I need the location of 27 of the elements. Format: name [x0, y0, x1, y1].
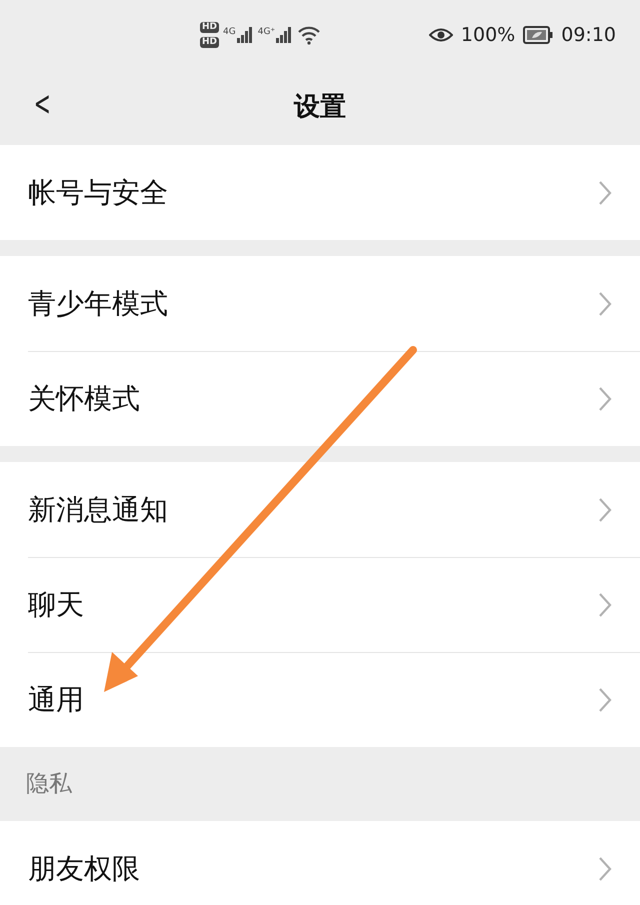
- battery-percent: 100%: [460, 22, 516, 48]
- chevron-icon: [598, 496, 612, 522]
- settings-row[interactable]: 关怀模式: [28, 351, 640, 446]
- section-title: 隐私: [25, 770, 73, 799]
- signal-icon: [236, 26, 254, 44]
- page-title: 设置: [294, 91, 346, 124]
- eye-icon: [428, 27, 453, 43]
- chevron-icon: [598, 592, 612, 618]
- battery-icon: [523, 26, 554, 44]
- chevron-icon: [598, 856, 612, 882]
- settings-row[interactable]: 朋友权限: [0, 821, 640, 905]
- network-label: 4G⁺: [258, 26, 276, 39]
- back-button[interactable]: <: [30, 78, 54, 131]
- network-label: 4G: [223, 26, 236, 39]
- chevron-icon: [598, 290, 612, 316]
- settings-row[interactable]: 新消息通知: [0, 462, 640, 557]
- chevron-icon: [598, 386, 612, 412]
- hd-badge: HD: [200, 22, 220, 33]
- settings-row[interactable]: 帐号与安全: [0, 145, 640, 240]
- chevron-icon: [598, 687, 612, 713]
- chevron-icon: [598, 180, 612, 206]
- clock-time: 09:10: [561, 22, 616, 48]
- hd-badge: HD: [200, 37, 220, 48]
- settings-row[interactable]: 聊天: [28, 557, 640, 652]
- wifi-icon: [297, 25, 322, 45]
- settings-row[interactable]: 青少年模式: [0, 256, 640, 351]
- signal-icon: [275, 26, 294, 44]
